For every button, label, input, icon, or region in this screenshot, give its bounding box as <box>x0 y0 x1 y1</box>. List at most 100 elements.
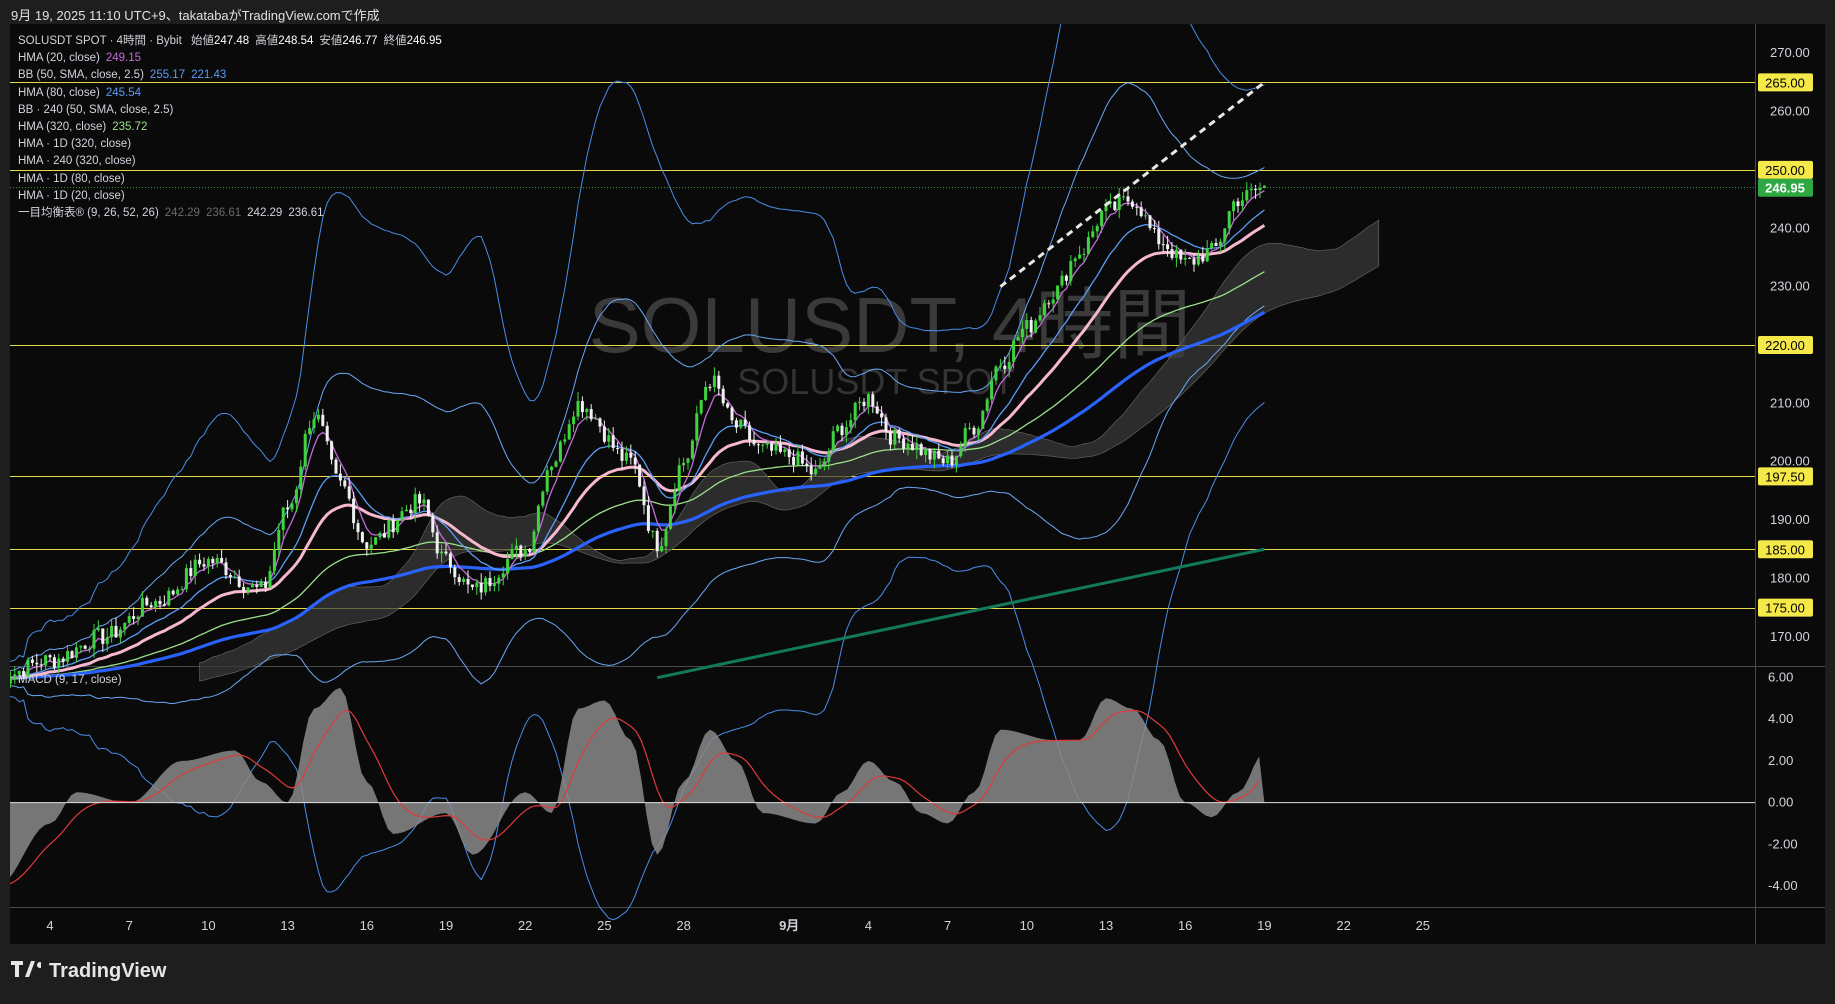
candle-body <box>673 490 677 507</box>
candle-body <box>836 425 840 432</box>
time-tick-label: 22 <box>1336 918 1350 933</box>
candle-body <box>528 549 532 552</box>
candle-body <box>915 444 919 451</box>
candle-body <box>822 461 826 465</box>
candle-body <box>96 628 100 631</box>
legend-ohlc-item: 終値246.95 <box>384 35 442 47</box>
candle-body <box>638 464 642 487</box>
price-level-label: 265.00 <box>1765 75 1805 90</box>
candle-body <box>924 448 928 456</box>
candle-body <box>123 622 127 630</box>
candle-body <box>1258 187 1262 191</box>
candle-body <box>972 427 976 435</box>
candle-body <box>211 559 215 564</box>
candle-body <box>950 455 954 466</box>
candle-body <box>906 443 910 449</box>
candle-body <box>88 648 92 650</box>
candle-body <box>418 494 422 504</box>
candle-body <box>572 416 576 425</box>
candle-body <box>286 507 290 510</box>
legend-title-row: SOLUSDT SPOT · 4時間 · Bybit 始値247.48 高値248… <box>18 33 442 50</box>
candle-body <box>352 498 356 524</box>
candle-body <box>598 418 602 427</box>
candle-body <box>66 651 70 662</box>
legend-ohlc-value: 247.48 <box>214 35 250 47</box>
candle-body <box>167 590 171 606</box>
legend-indicator-name: BB (50, SMA, close, 2.5) <box>18 69 144 82</box>
candle-body <box>92 630 96 649</box>
candle-body <box>941 458 945 464</box>
candle-body <box>409 509 413 513</box>
candle-body <box>668 506 672 529</box>
candle-body <box>470 584 474 588</box>
candle-body <box>563 439 567 442</box>
candle-body <box>1148 215 1152 229</box>
candle-body <box>136 616 140 619</box>
candle-body <box>228 575 232 577</box>
candle-body <box>814 468 818 475</box>
legend-indicator-row[interactable]: HMA · 1D (320, close) <box>18 136 442 153</box>
time-tick-label: 28 <box>676 918 690 933</box>
legend-indicator-row[interactable]: 一目均衡表® (9, 26, 52, 26) 242.29 236.61 242.29… <box>18 205 442 222</box>
candle-body <box>1227 211 1231 229</box>
legend-ohlc-item: 安値246.77 <box>319 35 377 47</box>
candle-body <box>294 489 298 504</box>
legend-indicator-row[interactable]: HMA · 1D (20, close) <box>18 188 442 205</box>
price-tick-label: 190.00 <box>1770 512 1810 527</box>
time-tick-label: 7 <box>126 918 133 933</box>
candle-body <box>497 577 501 584</box>
candle-body <box>580 401 584 413</box>
macd-legend: MACD (9, 17, close) <box>18 674 122 686</box>
candle-body <box>343 480 347 487</box>
watermark-symbol: SOLUSDT, 4時間 <box>589 281 1191 369</box>
macd-tick-label: -2.00 <box>1768 836 1798 851</box>
candle-body <box>576 401 580 417</box>
price-level-label: 220.00 <box>1765 338 1805 353</box>
candle-body <box>1152 228 1156 230</box>
time-tick-label: 25 <box>1416 918 1430 933</box>
time-tick-label: 16 <box>1178 918 1192 933</box>
candle-body <box>550 466 554 471</box>
candle-body <box>919 444 923 456</box>
legend-indicator-value: 221.43 <box>191 69 227 82</box>
candle-body <box>849 420 853 428</box>
legend-indicator-row[interactable]: HMA (320, close) 235.72 <box>18 119 442 136</box>
tradingview-logo[interactable]: TradingView <box>11 960 166 983</box>
candle-body <box>893 429 897 445</box>
legend-indicator-row[interactable]: HMA (20, close) 249.15 <box>18 50 442 67</box>
candle-body <box>316 414 320 420</box>
legend-indicator-row[interactable]: HMA · 240 (320, close) <box>18 153 442 170</box>
legend-indicator-row[interactable]: BB (50, SMA, close, 2.5) 255.17 221.43 <box>18 67 442 84</box>
legend-indicator-name: HMA (20, close) <box>18 52 100 65</box>
time-tick-label: 10 <box>1020 918 1034 933</box>
candle-body <box>932 450 936 460</box>
price-tick-label: 230.00 <box>1770 279 1810 294</box>
legend-ohlc-item: 始値247.48 <box>191 35 249 47</box>
candle-body <box>739 419 743 428</box>
legend-indicator-row[interactable]: BB · 240 (50, SMA, close, 2.5) <box>18 102 442 119</box>
macd-tick-label: -4.00 <box>1768 878 1798 893</box>
legend-indicator-row[interactable]: HMA (80, close) 245.54 <box>18 85 442 102</box>
time-tick-label: 16 <box>360 918 374 933</box>
candle-body <box>1254 188 1258 191</box>
candle-body <box>1091 231 1095 238</box>
candle-body <box>1003 365 1007 369</box>
candle-body <box>444 551 448 554</box>
chart-frame[interactable]: SOLUSDT, 4時間 SOLUSDT SPOT 270.00 260.00 24… <box>0 0 1825 944</box>
candle-body <box>475 582 479 588</box>
candle-body <box>369 544 373 549</box>
time-tick-label: 4 <box>46 918 53 933</box>
candle-body <box>985 399 989 411</box>
time-tick-label: 22 <box>518 918 532 933</box>
macd-tick-label: 0.00 <box>1768 795 1793 810</box>
candle-body <box>871 394 875 407</box>
candle-body <box>220 558 224 563</box>
candle-body <box>1047 303 1051 305</box>
legend-indicator-row[interactable]: HMA · 1D (80, close) <box>18 171 442 188</box>
candle-body <box>765 442 769 445</box>
time-tick-label: 7 <box>944 918 951 933</box>
time-tick-label: 4 <box>865 918 872 933</box>
candle-body <box>1179 249 1183 260</box>
candle-body <box>52 657 56 668</box>
candle-body <box>756 444 760 446</box>
